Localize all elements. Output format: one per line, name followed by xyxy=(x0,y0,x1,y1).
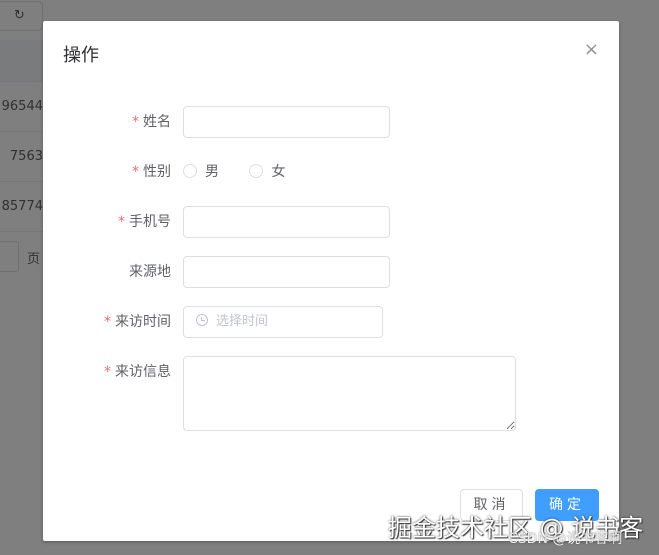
origin-label: 来源地 xyxy=(129,264,171,280)
dialog-title: 操作 xyxy=(63,45,99,66)
visit-info-label: 来访信息 xyxy=(115,364,171,380)
form-item-phone: * 手机号 xyxy=(43,206,619,238)
required-mark: * xyxy=(132,114,139,130)
gender-label: 性别 xyxy=(143,164,171,180)
form-item-visit-info: * 来访信息 xyxy=(43,356,619,431)
origin-input[interactable] xyxy=(183,256,390,288)
required-mark: * xyxy=(104,364,111,380)
gender-radio-group: 男 女 xyxy=(183,156,311,188)
operation-dialog: 操作 × * 姓名 * 性别 男 女 * 手机号 来源地 * 来访时间 选择时间 * 来访… xyxy=(43,21,619,541)
visit-time-placeholder: 选择时间 xyxy=(216,314,269,329)
radio-circle xyxy=(183,164,197,178)
watermark-secondary: CSDN @说书客啊 xyxy=(508,531,623,547)
gender-radio-female[interactable]: 女 xyxy=(249,156,285,188)
name-label: 姓名 xyxy=(143,114,171,130)
required-mark: * xyxy=(118,214,125,230)
radio-circle xyxy=(249,164,264,178)
form-item-name: * 姓名 xyxy=(43,106,619,138)
visit-time-picker[interactable]: 选择时间 xyxy=(183,306,383,338)
required-mark: * xyxy=(104,314,111,330)
close-icon[interactable]: × xyxy=(584,41,599,59)
name-input[interactable] xyxy=(183,106,390,138)
form-item-origin: 来源地 xyxy=(43,256,619,288)
visit-info-textarea[interactable] xyxy=(183,356,516,431)
required-mark: * xyxy=(132,164,139,180)
gender-radio-male[interactable]: 男 xyxy=(183,156,219,188)
phone-input[interactable] xyxy=(183,206,390,238)
phone-label: 手机号 xyxy=(129,214,171,230)
radio-label: 女 xyxy=(271,164,286,180)
radio-label: 男 xyxy=(205,164,219,180)
form-item-visit-time: * 来访时间 选择时间 xyxy=(43,306,619,338)
form-item-gender: * 性别 男 女 xyxy=(43,156,619,188)
visit-time-label: 来访时间 xyxy=(115,314,171,330)
clock-icon xyxy=(196,314,208,326)
